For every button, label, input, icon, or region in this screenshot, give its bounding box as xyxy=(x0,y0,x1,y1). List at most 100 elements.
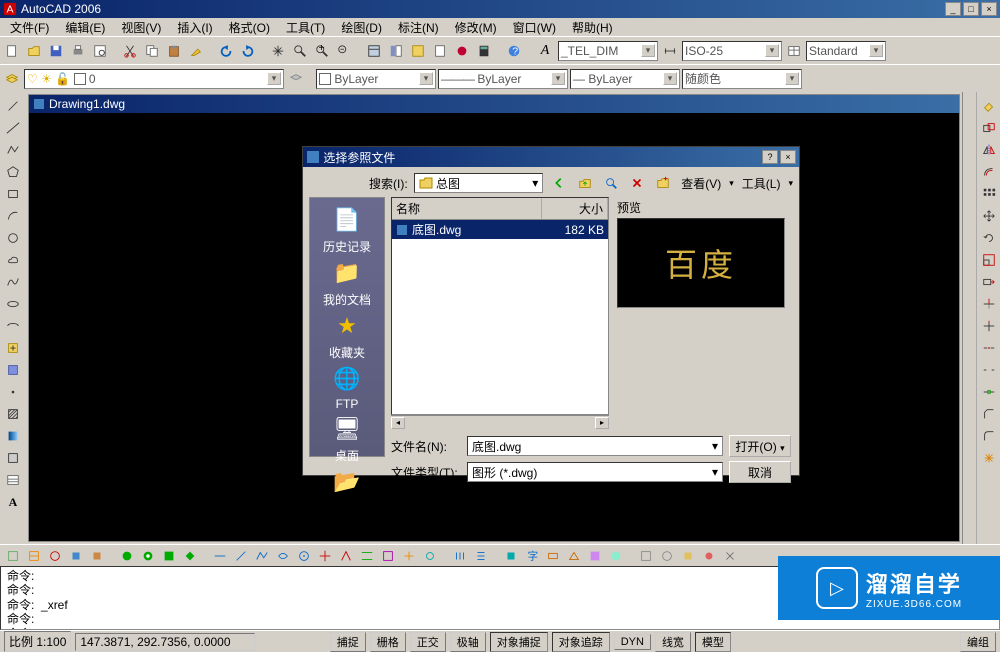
linetype-combo[interactable]: ——— ByLayer▾ xyxy=(438,69,568,89)
back-icon[interactable] xyxy=(549,173,569,193)
color-combo[interactable]: ByLayer▾ xyxy=(316,69,436,89)
tool-palettes-icon[interactable] xyxy=(408,41,428,61)
mtext-icon[interactable]: A xyxy=(3,492,23,512)
join-icon[interactable] xyxy=(979,382,999,402)
file-row[interactable]: 底图.dwg 182 KB xyxy=(392,220,608,239)
polyline-icon[interactable] xyxy=(3,140,23,160)
extend-icon[interactable] xyxy=(979,316,999,336)
make-block-icon[interactable] xyxy=(3,360,23,380)
close-button[interactable]: × xyxy=(981,2,997,16)
util-icon-2[interactable] xyxy=(25,547,43,565)
util-icon-24[interactable]: 字 xyxy=(523,547,541,565)
util-icon-8[interactable] xyxy=(160,547,178,565)
util-icon-33[interactable] xyxy=(721,547,739,565)
util-icon-6[interactable] xyxy=(118,547,136,565)
filetype-combo[interactable]: 图形 (*.dwg)▾ xyxy=(467,462,723,482)
insert-block-icon[interactable] xyxy=(3,338,23,358)
copy-object-icon[interactable] xyxy=(979,118,999,138)
util-icon-25[interactable] xyxy=(544,547,562,565)
util-icon-5[interactable] xyxy=(88,547,106,565)
place-desktop[interactable]: 🖥 桌面 xyxy=(331,413,363,464)
plotstyle-combo[interactable]: 随颜色▾ xyxy=(682,69,802,89)
line-icon[interactable] xyxy=(3,96,23,116)
menu-file[interactable]: 文件(F) xyxy=(4,18,55,37)
place-history[interactable]: 📄 历史记录 xyxy=(323,204,371,255)
util-icon-21[interactable] xyxy=(451,547,469,565)
move-icon[interactable] xyxy=(979,206,999,226)
hatch-icon[interactable] xyxy=(3,404,23,424)
util-icon-4[interactable] xyxy=(67,547,85,565)
util-icon-9[interactable] xyxy=(181,547,199,565)
util-icon-1[interactable] xyxy=(4,547,22,565)
print-icon[interactable] xyxy=(68,41,88,61)
tools-button[interactable]: 工具(L) xyxy=(740,174,783,193)
scale-icon[interactable] xyxy=(979,250,999,270)
break-at-point-icon[interactable] xyxy=(979,338,999,358)
quickcalc-icon[interactable] xyxy=(474,41,494,61)
new-icon[interactable] xyxy=(2,41,22,61)
menu-draw[interactable]: 绘图(D) xyxy=(335,18,388,37)
menu-modify[interactable]: 修改(M) xyxy=(449,18,503,37)
util-icon-20[interactable] xyxy=(421,547,439,565)
gradient-icon[interactable] xyxy=(3,426,23,446)
table-style-combo[interactable]: Standard▾ xyxy=(806,41,886,61)
util-icon-11[interactable] xyxy=(232,547,250,565)
lineweight-combo[interactable]: — ByLayer▾ xyxy=(570,69,680,89)
menu-view[interactable]: 视图(V) xyxy=(115,18,167,37)
menu-dimension[interactable]: 标注(N) xyxy=(392,18,445,37)
table-icon[interactable] xyxy=(3,470,23,490)
text-style-combo[interactable]: _TEL_DIM▾ xyxy=(558,41,658,61)
fillet-icon[interactable] xyxy=(979,426,999,446)
arc-icon[interactable] xyxy=(3,206,23,226)
util-icon-29[interactable] xyxy=(637,547,655,565)
menu-edit[interactable]: 编辑(E) xyxy=(59,18,111,37)
menu-insert[interactable]: 插入(I) xyxy=(171,18,218,37)
dim-style-icon[interactable] xyxy=(660,41,680,61)
util-icon-7[interactable] xyxy=(139,547,157,565)
view-button[interactable]: 查看(V) xyxy=(679,174,723,193)
minimize-button[interactable]: _ xyxy=(945,2,961,16)
dialog-help-button[interactable]: ? xyxy=(762,150,778,164)
util-icon-22[interactable] xyxy=(472,547,490,565)
file-list-hscroll[interactable]: ◂▸ xyxy=(391,415,609,429)
rectangle-icon[interactable] xyxy=(3,184,23,204)
place-mydocs[interactable]: 📁 我的文档 xyxy=(323,257,371,308)
match-properties-icon[interactable] xyxy=(186,41,206,61)
redo-icon[interactable] xyxy=(238,41,258,61)
markup-icon[interactable] xyxy=(452,41,472,61)
spline-icon[interactable] xyxy=(3,272,23,292)
paste-icon[interactable] xyxy=(164,41,184,61)
place-favorites[interactable]: ★ 收藏夹 xyxy=(329,310,365,361)
zoom-realtime-icon[interactable] xyxy=(290,41,310,61)
point-icon[interactable] xyxy=(3,382,23,402)
filename-input[interactable]: 底图.dwg▾ xyxy=(467,436,723,456)
construction-line-icon[interactable] xyxy=(3,118,23,138)
col-name[interactable]: 名称 xyxy=(392,198,542,219)
col-size[interactable]: 大小 xyxy=(542,198,608,219)
layer-previous-icon[interactable] xyxy=(286,69,306,89)
cut-icon[interactable] xyxy=(120,41,140,61)
copy-icon[interactable] xyxy=(142,41,162,61)
mirror-icon[interactable] xyxy=(979,140,999,160)
erase-icon[interactable] xyxy=(979,96,999,116)
zoom-window-icon[interactable]: + xyxy=(312,41,332,61)
chamfer-icon[interactable] xyxy=(979,404,999,424)
zoom-previous-icon[interactable] xyxy=(334,41,354,61)
properties-icon[interactable] xyxy=(364,41,384,61)
explode-icon[interactable] xyxy=(979,448,999,468)
util-icon-13[interactable] xyxy=(274,547,292,565)
util-icon-15[interactable] xyxy=(316,547,334,565)
ellipse-icon[interactable] xyxy=(3,294,23,314)
up-folder-icon[interactable] xyxy=(575,173,595,193)
table-style-icon[interactable] xyxy=(784,41,804,61)
place-more[interactable]: 📂 xyxy=(331,466,363,500)
menu-tools[interactable]: 工具(T) xyxy=(280,18,331,37)
open-icon[interactable] xyxy=(24,41,44,61)
rotate-icon[interactable] xyxy=(979,228,999,248)
util-icon-23[interactable] xyxy=(502,547,520,565)
circle-icon[interactable] xyxy=(3,228,23,248)
util-icon-18[interactable] xyxy=(379,547,397,565)
dialog-close-button[interactable]: × xyxy=(780,150,796,164)
layer-combo[interactable]: ♡ ☀ 🔓 0▾ xyxy=(24,69,284,89)
util-icon-14[interactable] xyxy=(295,547,313,565)
